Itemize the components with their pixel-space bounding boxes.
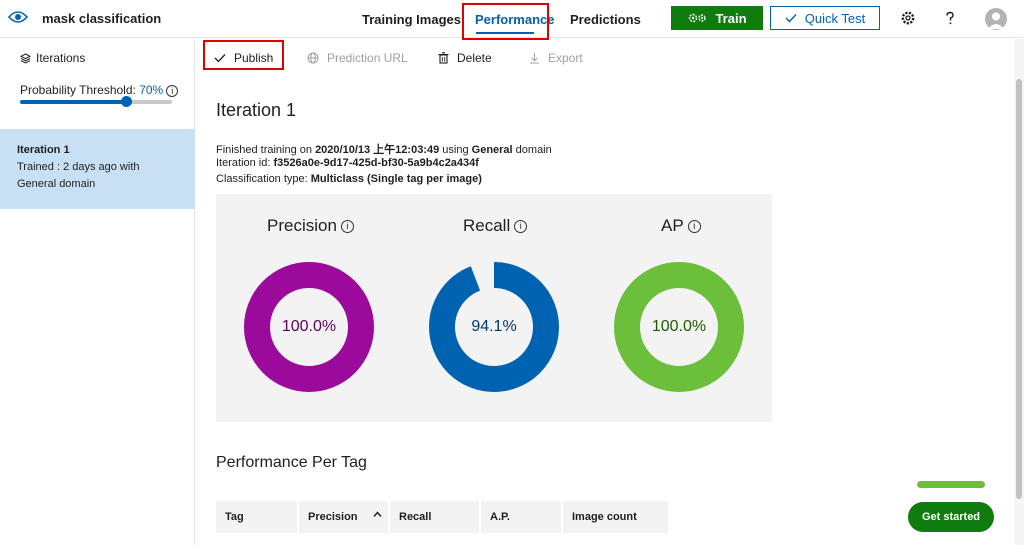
gear-icon[interactable]: [900, 10, 916, 26]
app-title: mask classification: [42, 11, 162, 26]
classification-prefix: Classification type:: [216, 173, 311, 185]
threshold-label: Probability Threshold:: [20, 83, 140, 97]
tab-training-images[interactable]: Training Images: [362, 12, 461, 27]
classification-type-value: Multiclass (Single tag per image): [310, 173, 482, 185]
check-icon: [214, 54, 226, 63]
quick-test-label: Quick Test: [804, 10, 866, 26]
avatar[interactable]: [985, 8, 1007, 30]
info-icon[interactable]: i: [514, 220, 528, 234]
get-started-progress: [917, 481, 985, 488]
finished-suffix: domain: [512, 144, 552, 156]
info-icon[interactable]: i: [687, 220, 701, 234]
slider-fill: [20, 100, 127, 104]
iteration-trained-line: Trained : 2 days ago with: [17, 161, 140, 173]
check-icon: [785, 14, 797, 23]
column-tag[interactable]: Tag: [216, 501, 297, 533]
finished-date: 2020/10/13 上午12:03:49: [315, 144, 440, 156]
iteration-name: Iteration 1: [17, 144, 70, 156]
performance-tab-highlight: [462, 3, 549, 40]
toolbar: Publish Prediction URL Delete Export: [196, 39, 1014, 77]
precision-label: Precision i: [267, 216, 354, 236]
prediction-url-label: Prediction URL: [327, 51, 408, 65]
iteration-id-value: f3526a0e-9d17-425d-bf30-5a9b4c2a434f: [273, 157, 479, 169]
recall-label: Recall i: [463, 216, 528, 236]
help-icon[interactable]: [942, 10, 958, 26]
train-button[interactable]: Train: [671, 6, 763, 30]
finished-domain: General: [471, 144, 513, 156]
precision-value: 100.0%: [281, 318, 337, 335]
delete-button[interactable]: Delete: [438, 51, 492, 65]
user-icon: [988, 12, 1004, 29]
recall-title: Recall: [463, 216, 511, 235]
per-tag-title: Performance Per Tag: [216, 454, 367, 471]
recall-value: 94.1%: [471, 318, 517, 335]
publish-button[interactable]: Publish: [214, 51, 273, 65]
train-label: Train: [715, 10, 747, 26]
sidebar: Iterations Probability Threshold: 70% i I…: [0, 39, 195, 545]
download-icon: [530, 53, 539, 64]
vertical-scrollbar[interactable]: [1014, 39, 1024, 545]
eye-icon[interactable]: [8, 9, 28, 25]
ap-label: AP i: [661, 216, 701, 236]
column-image-count[interactable]: Image count: [563, 501, 668, 533]
iterations-header: Iterations: [20, 51, 85, 65]
trash-icon: [438, 52, 449, 64]
finished-training-line: Finished training on 2020/10/13 上午12:03:…: [216, 141, 552, 157]
threshold-slider[interactable]: [20, 96, 172, 107]
metrics-panel: Precision i 100.0% Recall i 94.1% AP i 100.…: [216, 194, 772, 422]
column-precision-label: Precision: [308, 511, 358, 523]
precision-title: Precision: [267, 216, 337, 235]
ap-title: AP: [661, 216, 684, 235]
top-bar: mask classification Training Images Perf…: [0, 0, 1024, 40]
iteration-domain-line: General domain: [17, 178, 96, 190]
finished-prefix: Finished training on: [216, 144, 316, 156]
slider-thumb[interactable]: [121, 96, 133, 107]
iteration-id-prefix: Iteration id:: [216, 157, 274, 169]
column-precision[interactable]: Precision: [299, 501, 388, 533]
per-tag-table-header: Tag Precision Recall A.P. Image count: [216, 501, 670, 533]
prediction-url-button[interactable]: Prediction URL: [307, 51, 408, 65]
info-icon[interactable]: i: [340, 220, 354, 234]
probability-threshold: Probability Threshold: 70% i: [20, 83, 179, 97]
delete-label: Delete: [457, 51, 492, 65]
export-label: Export: [548, 51, 583, 65]
sort-ascending-icon[interactable]: [373, 511, 382, 518]
column-ap[interactable]: A.P.: [481, 501, 561, 533]
iterations-label: Iterations: [36, 51, 86, 65]
classification-type-line: Classification type: Multiclass (Single …: [216, 173, 482, 185]
publish-label: Publish: [234, 51, 274, 65]
gears-icon: [689, 13, 707, 23]
column-recall[interactable]: Recall: [390, 501, 479, 533]
get-started-button[interactable]: Get started: [908, 502, 994, 532]
iteration-item[interactable]: Iteration 1 Trained : 2 days ago with Ge…: [0, 129, 195, 209]
page-title: Iteration 1: [216, 100, 297, 120]
quick-test-button[interactable]: Quick Test: [770, 6, 880, 30]
layers-icon: [20, 52, 31, 64]
threshold-value: 70%: [139, 83, 164, 97]
info-icon[interactable]: i: [166, 84, 179, 97]
finished-mid: using: [439, 144, 472, 156]
scrollbar-thumb[interactable]: [1016, 79, 1022, 499]
iteration-id-line: Iteration id: f3526a0e-9d17-425d-bf30-5a…: [216, 157, 479, 169]
ap-value: 100.0%: [651, 318, 707, 335]
export-button[interactable]: Export: [529, 51, 583, 65]
globe-icon: [307, 52, 319, 64]
tab-predictions[interactable]: Predictions: [570, 12, 641, 27]
